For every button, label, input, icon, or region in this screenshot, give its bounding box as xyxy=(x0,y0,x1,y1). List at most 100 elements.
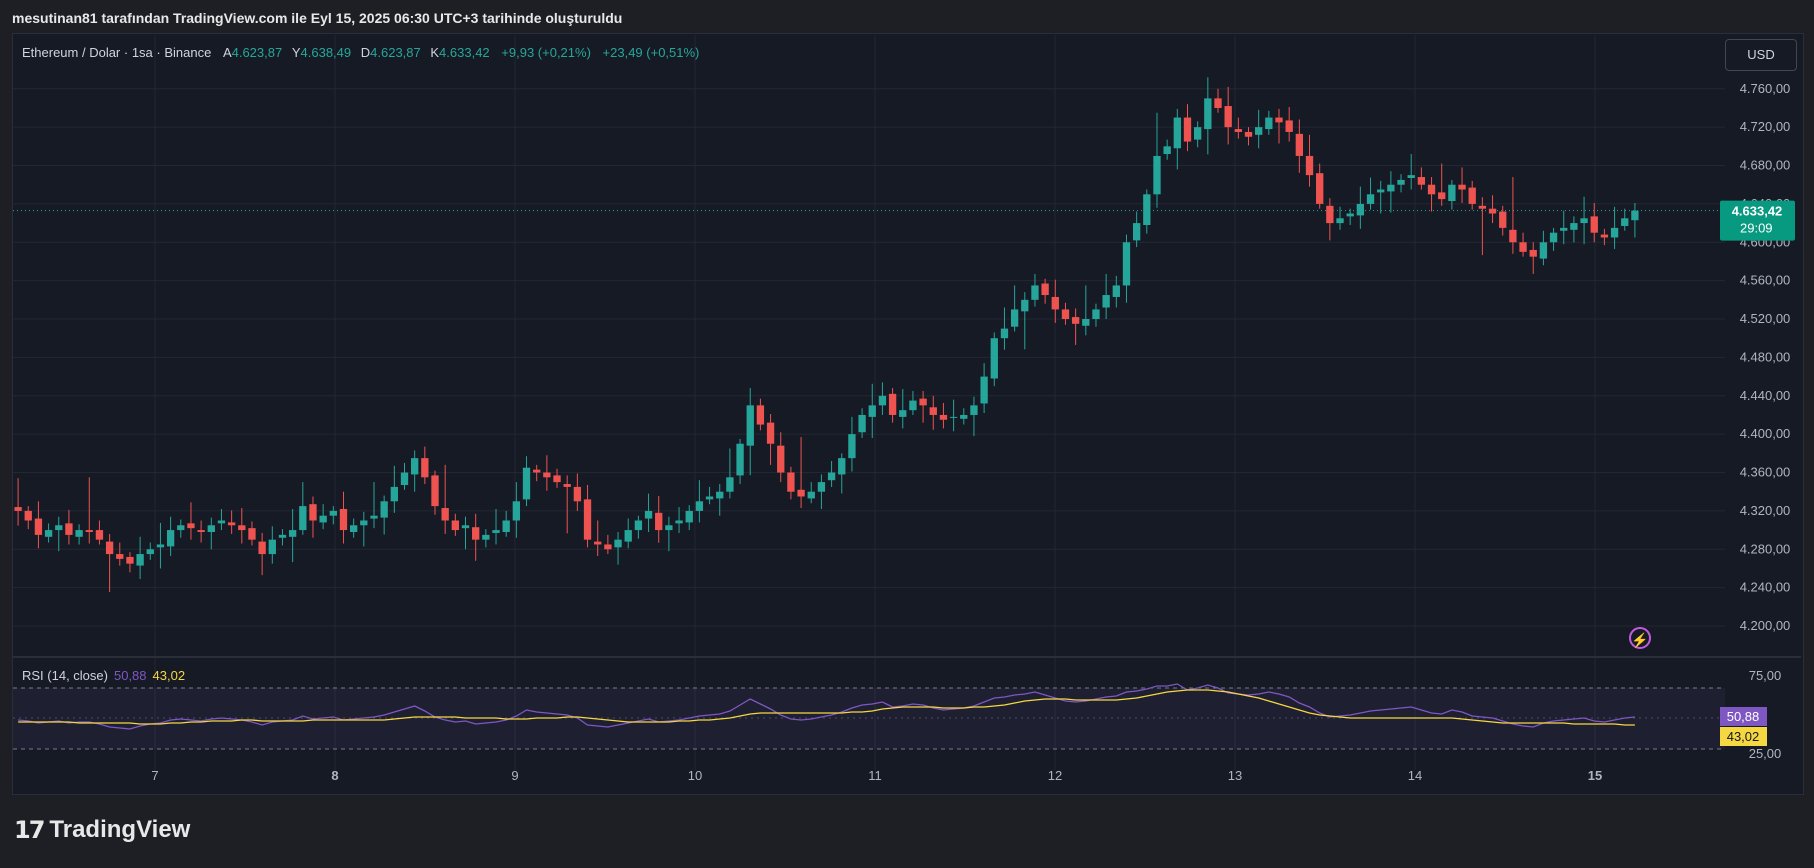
candle xyxy=(1041,278,1049,304)
currency-button[interactable]: USD xyxy=(1725,39,1797,71)
candle-body xyxy=(848,434,856,459)
price-tick-label: 4.320,00 xyxy=(1740,503,1791,518)
candle xyxy=(1173,108,1181,170)
candle-body xyxy=(695,501,704,511)
candle xyxy=(166,516,175,556)
candle xyxy=(44,523,53,543)
candle-body xyxy=(258,541,266,555)
candle xyxy=(411,450,419,492)
candle xyxy=(522,456,531,507)
candle-body xyxy=(939,414,948,420)
candle xyxy=(461,516,470,550)
candle-body xyxy=(675,520,683,524)
price-chart[interactable]: 4.760,004.720,004.680,004.640,004.600,00… xyxy=(0,0,1814,868)
change-value: +9,93 (+0,21%) xyxy=(501,45,591,60)
candle-body xyxy=(126,556,134,564)
candle xyxy=(838,453,846,494)
candle xyxy=(929,395,937,430)
candle-body xyxy=(1631,210,1639,221)
candle xyxy=(1143,189,1151,234)
candle-body xyxy=(1255,127,1263,135)
candle-body xyxy=(594,541,602,545)
candle-body xyxy=(1295,133,1304,156)
candle xyxy=(360,511,368,547)
price-tick-label: 4.520,00 xyxy=(1740,311,1791,326)
candle-body xyxy=(1377,189,1385,193)
candle xyxy=(288,508,297,563)
candle xyxy=(970,396,978,437)
candle xyxy=(95,520,104,545)
candle-body xyxy=(512,501,521,521)
candle-body xyxy=(888,393,897,415)
candle-body xyxy=(116,554,124,559)
candle xyxy=(1285,107,1293,142)
time-tick-label: 12 xyxy=(1048,768,1062,783)
candle-body xyxy=(1285,120,1293,132)
candle-body xyxy=(1183,117,1192,142)
candle-body xyxy=(55,525,63,531)
time-tick-label: 8 xyxy=(331,768,338,783)
candle-body xyxy=(146,549,154,555)
candle-body xyxy=(665,525,673,531)
candle-body xyxy=(1051,296,1059,310)
candle xyxy=(1224,86,1232,145)
candle xyxy=(644,493,653,532)
candle-body xyxy=(105,541,114,555)
candle-body xyxy=(1112,285,1120,297)
candle-body xyxy=(1082,319,1090,326)
open-value: 4.623,87 xyxy=(231,45,283,60)
candle xyxy=(339,491,348,544)
candle-body xyxy=(1468,187,1476,204)
candle-body xyxy=(919,398,927,406)
candle-body xyxy=(563,484,571,487)
candle xyxy=(695,480,704,523)
candle-body xyxy=(1071,317,1080,324)
candle-body xyxy=(817,482,826,492)
candle xyxy=(299,482,307,535)
candle xyxy=(197,520,205,543)
candle-body xyxy=(746,405,754,446)
candle-body xyxy=(1509,229,1517,243)
candle xyxy=(1590,202,1598,243)
candle xyxy=(1234,117,1242,139)
candle-body xyxy=(85,530,93,532)
candle-body xyxy=(1336,218,1344,224)
lightning-icon[interactable]: ⚡ xyxy=(1629,627,1651,649)
candle-body xyxy=(766,422,775,444)
candle xyxy=(1397,174,1405,193)
candle xyxy=(777,432,785,483)
candle xyxy=(1377,180,1385,214)
rsi-value-badge: 50,88 xyxy=(1720,707,1767,726)
candle-body xyxy=(1621,218,1629,226)
candle-body xyxy=(136,554,144,566)
candle-body xyxy=(207,525,215,532)
candle-body xyxy=(909,400,917,411)
candle xyxy=(756,398,765,431)
symbol-name[interactable]: Ethereum / Dolar · 1sa · Binance xyxy=(22,45,211,60)
candle xyxy=(207,517,215,550)
candle-body xyxy=(1417,177,1426,185)
candle xyxy=(685,505,693,531)
rsi-legend[interactable]: RSI (14, close) 50,88 43,02 xyxy=(22,668,185,683)
candle xyxy=(563,475,571,534)
candle xyxy=(55,516,63,552)
candle-body xyxy=(868,405,876,417)
candle-body xyxy=(441,508,449,521)
candle xyxy=(634,515,643,539)
badge-price: 4.633,42 xyxy=(1732,204,1783,219)
candle xyxy=(655,496,663,543)
candle xyxy=(1448,179,1456,210)
candle xyxy=(594,520,602,556)
price-tick-label: 4.280,00 xyxy=(1740,541,1791,556)
candle-body xyxy=(1153,155,1161,195)
tradingview-logo: 17 TradingView xyxy=(14,816,190,844)
candle-body xyxy=(1499,211,1507,228)
candle-body xyxy=(1570,223,1578,230)
candle xyxy=(848,416,856,472)
price-tick-label: 4.720,00 xyxy=(1740,119,1791,134)
candle-body xyxy=(1102,295,1110,308)
candle xyxy=(451,513,460,536)
candle-body xyxy=(24,510,32,521)
candle-body xyxy=(421,458,429,478)
candle-body xyxy=(533,469,541,473)
